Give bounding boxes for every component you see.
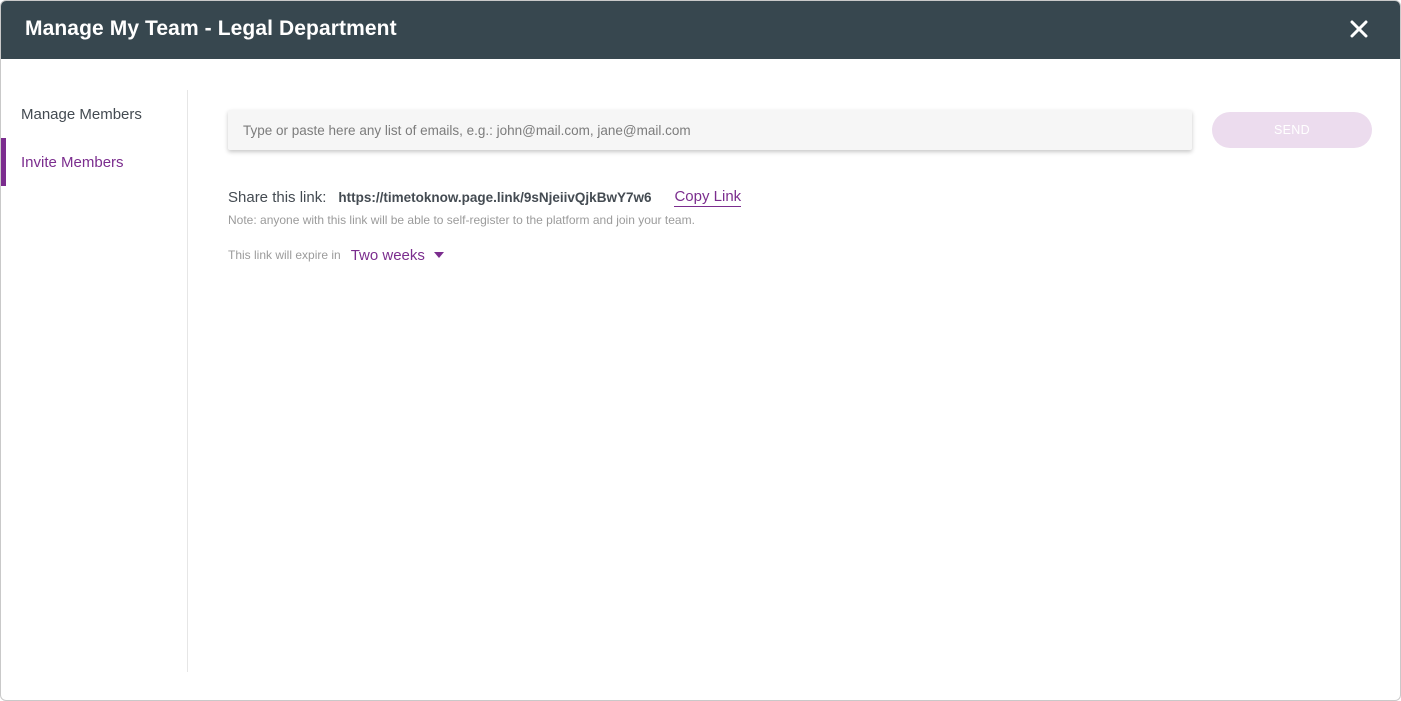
share-link-label: Share this link: [228, 188, 327, 206]
sidebar-item-label: Manage Members [21, 105, 142, 123]
sidebar-item-manage-members[interactable]: Manage Members [1, 90, 187, 138]
share-link-row: Share this link: https://timetoknow.page… [228, 186, 742, 208]
copy-link-button[interactable]: Copy Link [674, 188, 742, 207]
caret-down-icon [433, 252, 444, 258]
expire-value: Two weeks [350, 246, 425, 264]
sidebar-nav: Manage Members Invite Members [1, 90, 188, 672]
close-button[interactable] [1346, 16, 1372, 42]
send-button[interactable]: SEND [1212, 112, 1372, 148]
expire-dropdown[interactable]: Two weeks [351, 247, 444, 264]
expire-row: This link will expire in Two weeks [228, 245, 444, 265]
manage-team-modal: Manage My Team - Legal Department Manage… [0, 0, 1401, 701]
sidebar-item-invite-members[interactable]: Invite Members [1, 138, 187, 186]
expire-label: This link will expire in [228, 248, 341, 262]
sidebar-item-label: Invite Members [21, 153, 124, 171]
modal-title: Manage My Team - Legal Department [25, 17, 397, 40]
email-list-input[interactable] [228, 110, 1192, 150]
email-input-container [228, 110, 1192, 150]
close-icon [1350, 20, 1368, 38]
share-link-url: https://timetoknow.page.link/9sNjeiivQjk… [338, 189, 652, 205]
modal-header: Manage My Team - Legal Department [1, 1, 1400, 59]
share-link-note: Note: anyone with this link will be able… [228, 213, 695, 227]
